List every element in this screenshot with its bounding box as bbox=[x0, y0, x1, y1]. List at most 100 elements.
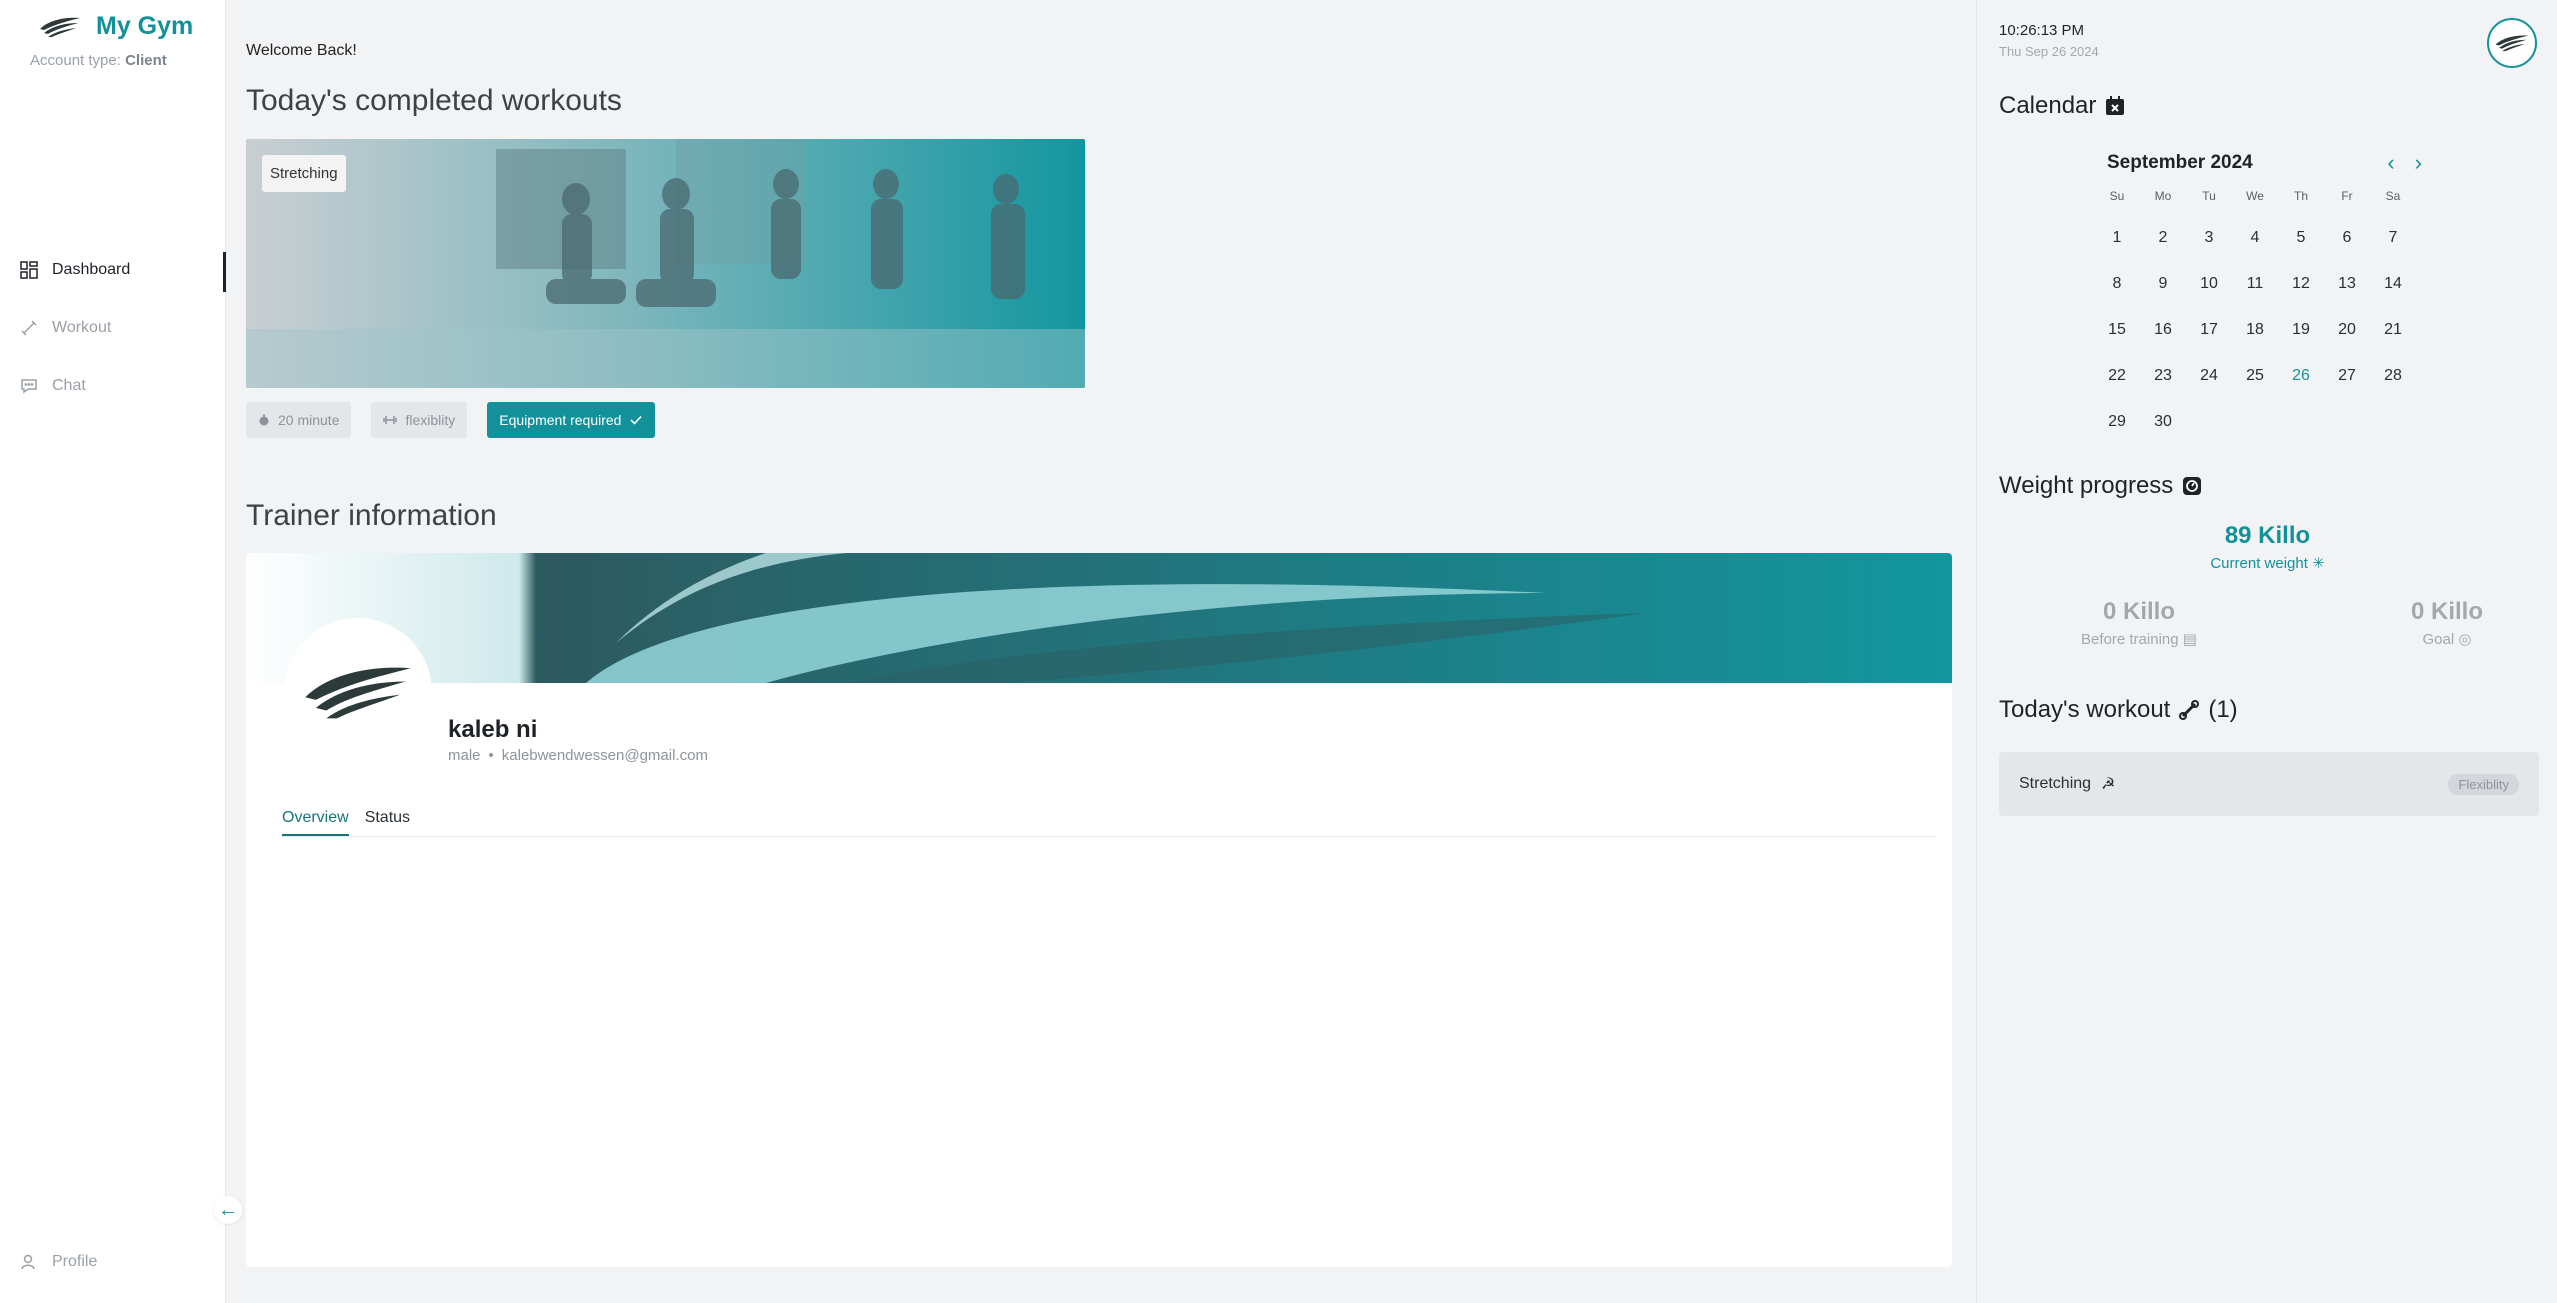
completed-workouts-title: Today's completed workouts bbox=[246, 84, 622, 117]
calendar-day[interactable]: 18 bbox=[2232, 307, 2278, 353]
before-training-label: Before training ▤ bbox=[2059, 630, 2219, 648]
main-content: Welcome Back! Today's completed workouts… bbox=[246, 0, 1952, 1303]
calendar-day[interactable]: 24 bbox=[2186, 353, 2232, 399]
trainer-cover-image bbox=[246, 553, 1952, 683]
calendar-day[interactable]: 21 bbox=[2370, 307, 2416, 353]
goal-label: Goal ◎ bbox=[2387, 630, 2507, 648]
trainer-gender: male bbox=[448, 747, 481, 764]
workout-chips: 20 minute flexiblity Equipment required bbox=[246, 402, 656, 438]
current-date: Thu Sep 26 2024 bbox=[1999, 44, 2099, 59]
chat-icon bbox=[21, 379, 37, 394]
tab-status[interactable]: Status bbox=[365, 809, 410, 836]
todays-workout-title: Today's workout (1) bbox=[1999, 696, 2238, 724]
trainer-name: kaleb ni bbox=[448, 716, 538, 743]
trainer-avatar[interactable] bbox=[284, 618, 432, 766]
todays-workout-count: (1) bbox=[2208, 696, 2238, 723]
before-training-weight: 0 Killo Before training ▤ bbox=[2059, 598, 2219, 648]
collapse-sidebar-button[interactable]: ← bbox=[214, 1196, 242, 1224]
todays-workout-item[interactable]: Stretching ☭ Flexiblity bbox=[1999, 752, 2539, 816]
scale-box-icon: ▤ bbox=[2182, 631, 2197, 648]
sidebar-item-profile[interactable]: Profile bbox=[20, 1253, 97, 1271]
check-icon bbox=[630, 415, 643, 425]
sidebar-item-label: Dashboard bbox=[52, 261, 131, 278]
stretch-person-icon: ☭ bbox=[2101, 776, 2116, 793]
sidebar: My Gym Account type: Client Dashboard Wo… bbox=[0, 0, 242, 1303]
trainer-email[interactable]: kalebwendwessen@gmail.com bbox=[502, 747, 708, 764]
duration-chip: 20 minute bbox=[246, 402, 352, 438]
calendar-day[interactable]: 11 bbox=[2232, 261, 2278, 307]
weight-progress-label: Weight progress bbox=[1999, 472, 2174, 499]
calendar-day[interactable]: 13 bbox=[2324, 261, 2370, 307]
sidebar-item-workout[interactable]: Workout bbox=[0, 308, 226, 348]
calendar-title: Calendar bbox=[1999, 92, 2126, 120]
calendar-day[interactable]: 10 bbox=[2186, 261, 2232, 307]
todays-workout-label: Today's workout bbox=[1999, 696, 2171, 723]
account-type-value: Client bbox=[125, 52, 167, 69]
scale-icon bbox=[2183, 477, 2202, 495]
calendar-day[interactable]: 6 bbox=[2324, 215, 2370, 261]
right-panel: 10:26:13 PM Thu Sep 26 2024 Calendar Sep… bbox=[1976, 0, 2557, 1303]
welcome-text: Welcome Back! bbox=[246, 42, 357, 59]
calendar-day[interactable]: 7 bbox=[2370, 215, 2416, 261]
trainer-meta: male • kalebwendwessen@gmail.com bbox=[448, 747, 708, 764]
calendar-day[interactable]: 5 bbox=[2278, 215, 2324, 261]
before-training-value: 0 Killo bbox=[2102, 598, 2175, 625]
chevron-right-icon[interactable]: › bbox=[2415, 150, 2422, 176]
calendar-day[interactable]: 3 bbox=[2186, 215, 2232, 261]
chevron-left-icon[interactable]: ‹ bbox=[2387, 150, 2394, 176]
sidebar-item-label: Profile bbox=[52, 1253, 98, 1270]
calendar-day[interactable]: 4 bbox=[2232, 215, 2278, 261]
dumbbell-icon bbox=[21, 320, 37, 336]
calendar-day[interactable]: 12 bbox=[2278, 261, 2324, 307]
trainer-tabs: Overview Status bbox=[282, 809, 1936, 837]
target-icon: ◎ bbox=[2458, 631, 2472, 648]
meta-separator: • bbox=[488, 747, 494, 764]
calendar-day[interactable]: 29 bbox=[2094, 399, 2140, 445]
calendar-day[interactable]: 2 bbox=[2140, 215, 2186, 261]
brand[interactable]: My Gym bbox=[38, 12, 193, 41]
user-avatar[interactable] bbox=[2487, 18, 2537, 68]
goal-label-text: Goal bbox=[2422, 631, 2455, 648]
sidebar-item-chat[interactable]: Chat bbox=[0, 366, 226, 406]
duration-chip-label: 20 minute bbox=[278, 412, 340, 428]
current-weight-label: Current weight ✳ bbox=[1977, 554, 2557, 572]
current-time: 10:26:13 PM bbox=[1999, 22, 2085, 39]
dumbbell-icon bbox=[2179, 700, 2200, 720]
wing-logo-icon bbox=[40, 17, 80, 37]
calendar-day[interactable]: 30 bbox=[2140, 399, 2186, 445]
account-type: Account type: Client bbox=[30, 52, 167, 69]
wing-logo-icon bbox=[2495, 35, 2529, 52]
calendar-day[interactable]: 25 bbox=[2232, 353, 2278, 399]
calendar-day[interactable]: 1 bbox=[2094, 215, 2140, 261]
weekday-label: Fr bbox=[2341, 189, 2353, 203]
calendar-day[interactable]: 9 bbox=[2140, 261, 2186, 307]
calendar-day[interactable]: 16 bbox=[2140, 307, 2186, 353]
calendar-day[interactable]: 27 bbox=[2324, 353, 2370, 399]
calendar-navigation: ‹ › bbox=[2387, 150, 2422, 176]
calendar-header: September 2024 ‹ › bbox=[2107, 150, 2422, 176]
calendar-day[interactable]: 14 bbox=[2370, 261, 2416, 307]
weekday-label: Th bbox=[2293, 189, 2308, 203]
calendar-day-today[interactable]: 26 bbox=[2278, 353, 2324, 399]
calendar-day[interactable]: 8 bbox=[2094, 261, 2140, 307]
calendar-day[interactable]: 22 bbox=[2094, 353, 2140, 399]
current-weight: 89 Killo Current weight ✳ bbox=[1977, 522, 2557, 572]
sidebar-item-dashboard[interactable]: Dashboard bbox=[0, 250, 226, 292]
weekday-label: Tu bbox=[2202, 189, 2216, 203]
calendar-day[interactable]: 17 bbox=[2186, 307, 2232, 353]
current-weight-value: 89 Killo bbox=[2224, 522, 2311, 549]
calendar-day[interactable]: 19 bbox=[2278, 307, 2324, 353]
timer-icon bbox=[259, 414, 269, 426]
calendar-grid: Su Mo Tu We Th Fr Sa 1 2 3 4 5 6 7 8 9 10 11 12 13 14… bbox=[2094, 189, 2416, 445]
calendar-day[interactable]: 20 bbox=[2324, 307, 2370, 353]
category-chip-label: flexiblity bbox=[405, 412, 456, 428]
calendar-day[interactable]: 28 bbox=[2370, 353, 2416, 399]
workout-card-image[interactable]: Stretching bbox=[246, 139, 1085, 388]
user-icon bbox=[21, 1254, 35, 1270]
wing-cover-art bbox=[246, 553, 1952, 683]
tab-overview[interactable]: Overview bbox=[282, 809, 349, 836]
calendar-day[interactable]: 23 bbox=[2140, 353, 2186, 399]
calendar-day[interactable]: 15 bbox=[2094, 307, 2140, 353]
account-type-label: Account type: bbox=[30, 52, 121, 69]
equipment-required-chip[interactable]: Equipment required bbox=[487, 402, 656, 438]
